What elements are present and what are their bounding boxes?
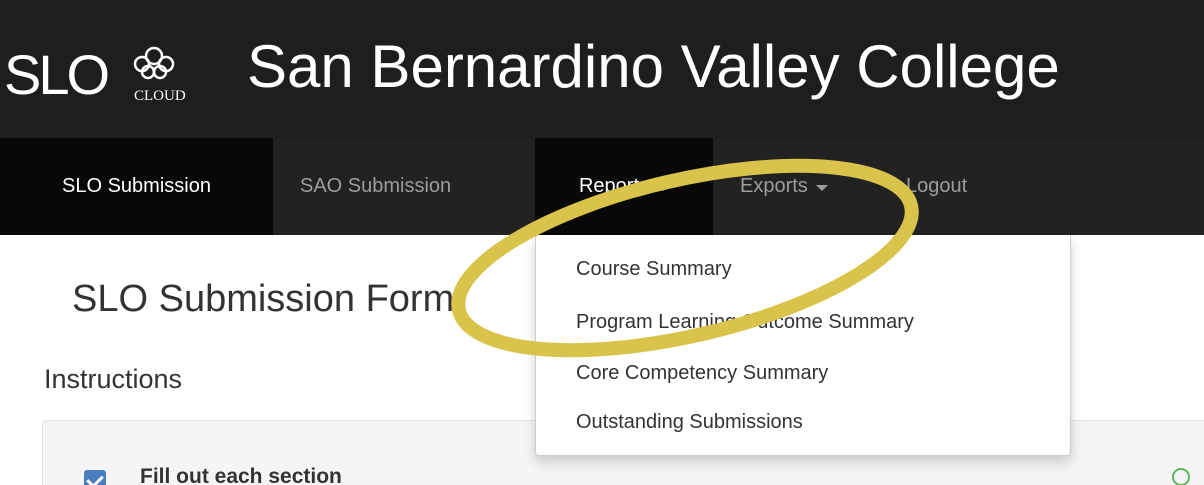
logo-text: SLO (4, 43, 110, 106)
nav-slo-submission[interactable]: SLO Submission (0, 138, 273, 235)
main-navbar: SLO Submission SAO Submission Reports Ex… (0, 138, 1204, 235)
menu-item-outstanding-submissions[interactable]: Outstanding Submissions (576, 411, 803, 434)
checkbox-fill-out-section[interactable] (84, 470, 106, 485)
slo-cloud-logo: SLO CLOUD (4, 40, 244, 112)
nav-sao-submission-label: SAO Submission (300, 175, 452, 197)
nav-slo-submission-label: SLO Submission (62, 175, 211, 197)
nav-exports-dropdown[interactable]: Exports (740, 138, 828, 235)
checklist-item-label: Fill out each section (140, 465, 342, 485)
reports-dropdown-menu: Course Summary Program Learning Outcome … (535, 235, 1071, 456)
instructions-heading: Instructions (44, 364, 183, 394)
nav-logout[interactable]: Logout (906, 138, 967, 235)
app-header: SLO CLOUD San Bernardino Valley College (0, 0, 1204, 138)
nav-reports-label: Reports (578, 175, 650, 197)
caret-down-icon (815, 185, 828, 191)
nav-reports-dropdown[interactable]: Reports (535, 138, 713, 235)
nav-exports-label: Exports (740, 175, 808, 197)
menu-item-core-competency-summary[interactable]: Core Competency Summary (576, 362, 828, 385)
page-title: SLO Submission Form (72, 278, 455, 320)
caret-down-icon (657, 185, 670, 191)
nav-sao-submission[interactable]: SAO Submission (300, 138, 451, 235)
nav-logout-label: Logout (906, 175, 968, 197)
college-name: San Bernardino Valley College (247, 33, 1060, 100)
status-circle-icon (1172, 468, 1190, 485)
menu-item-plo-summary[interactable]: Program Learning Outcome Summary (576, 311, 914, 334)
menu-item-course-summary[interactable]: Course Summary (576, 258, 732, 281)
logo-subtext: CLOUD (134, 88, 186, 104)
cloud-icon (133, 46, 175, 80)
